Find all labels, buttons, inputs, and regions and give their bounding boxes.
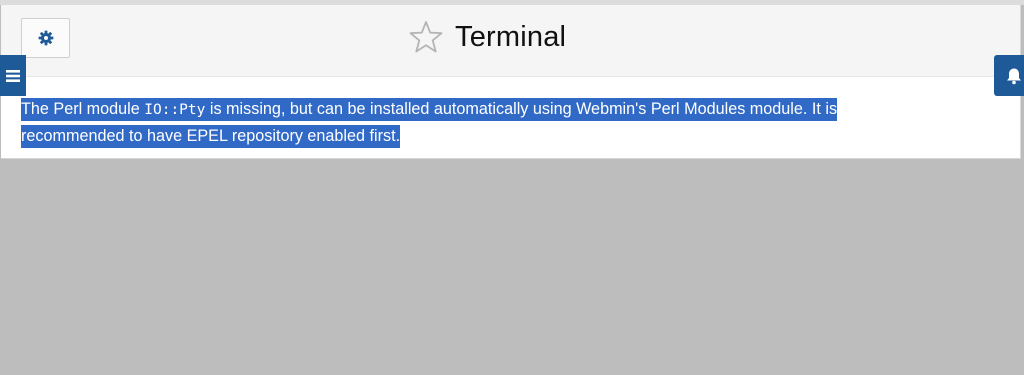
hamburger-menu-icon bbox=[6, 69, 20, 82]
module-name: IO::Pty bbox=[144, 102, 206, 118]
gear-icon bbox=[38, 30, 53, 46]
page-title-group: Terminal bbox=[409, 15, 566, 59]
sidebar-toggle-button[interactable] bbox=[0, 55, 26, 96]
notifications-button[interactable] bbox=[994, 55, 1024, 96]
page-title: Terminal bbox=[455, 20, 567, 53]
panel-header: Terminal bbox=[1, 5, 1020, 77]
module-config-button[interactable] bbox=[21, 18, 70, 58]
selected-text: The Perl module IO::Pty is missing, but … bbox=[21, 98, 838, 148]
bell-icon bbox=[1007, 68, 1021, 84]
star-outline-icon[interactable] bbox=[409, 20, 443, 54]
missing-module-message: The Perl module IO::Pty is missing, but … bbox=[21, 96, 921, 149]
terminal-panel: Terminal The Perl module IO::Pty is miss… bbox=[1, 5, 1021, 159]
